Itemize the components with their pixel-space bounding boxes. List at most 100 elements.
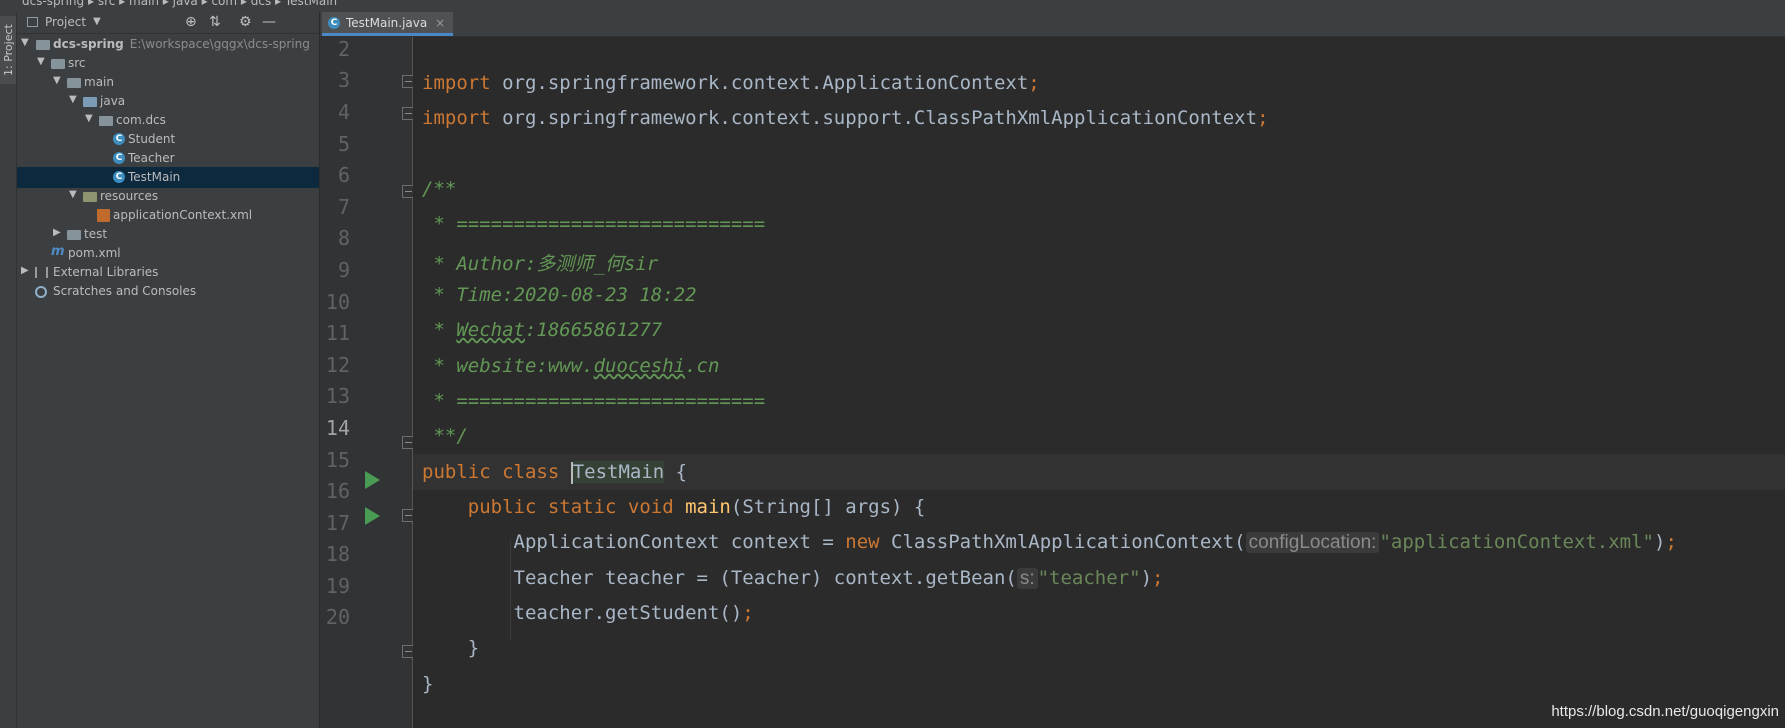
tree-item-scratches[interactable]: Scratches and Consoles <box>17 281 319 302</box>
folder-icon <box>51 59 65 69</box>
breadcrumb-item[interactable]: src <box>98 0 116 8</box>
tree-item-external-libraries[interactable]: ▶ External Libraries <box>17 262 319 283</box>
class-icon: C <box>113 152 125 164</box>
source-folder-icon <box>83 97 97 107</box>
class-icon: C <box>113 133 125 145</box>
resources-folder-icon <box>83 192 97 202</box>
tree-item-label: test <box>84 227 108 241</box>
tree-item-testmain[interactable]: C TestMain <box>17 167 319 188</box>
minimize-icon[interactable]: — <box>262 14 276 30</box>
scratches-icon <box>35 286 47 298</box>
parameter-hint: configLocation: <box>1245 532 1380 553</box>
tree-item-main[interactable]: ▼ main <box>17 72 319 93</box>
tab-testmain-java[interactable]: C TestMain.java × <box>322 12 454 36</box>
class-icon: C <box>328 17 340 29</box>
tree-item-pom-xml[interactable]: m pom.xml <box>17 243 319 264</box>
code-line-7: * =========================== <box>422 213 766 235</box>
tree-item-test[interactable]: ▶ test <box>17 224 319 245</box>
chevron-down-icon[interactable]: ▼ <box>93 16 101 27</box>
line-number: 8 <box>337 226 350 250</box>
code-line-18: teacher.getStudent(); <box>422 602 754 624</box>
project-tool-tab[interactable]: 1: Project <box>0 16 16 84</box>
tree-item-label: Teacher <box>128 151 175 165</box>
project-view-icon <box>27 17 38 27</box>
line-number: 20 <box>325 605 350 629</box>
breadcrumb-item[interactable]: com <box>211 0 237 8</box>
package-icon <box>99 116 113 126</box>
expand-arrow-icon[interactable]: ▼ <box>69 94 77 105</box>
code-line-8: * Author:多测师_何sir <box>422 253 659 275</box>
code-editor[interactable] <box>413 37 1785 728</box>
tree-item-label: resources <box>100 189 159 203</box>
gear-icon[interactable]: ⚙ <box>239 14 252 30</box>
folder-icon <box>67 230 81 240</box>
module-folder-icon <box>36 40 50 50</box>
code-line-11: * website:www.duoceshi.cn <box>422 355 720 377</box>
tree-item-java[interactable]: ▼ java <box>17 91 319 112</box>
tree-item-label: Scratches and Consoles <box>53 284 197 298</box>
tool-window-strip: 1: Project <box>0 12 17 728</box>
line-number: 18 <box>325 542 350 566</box>
tree-item-label: applicationContext.xml <box>113 208 253 222</box>
xml-file-icon <box>97 209 110 222</box>
project-view-selector[interactable]: Project <box>45 15 86 29</box>
code-line-14: public class TestMain { <box>422 461 688 484</box>
tree-item-label: Student <box>128 132 176 146</box>
line-number-current: 14 <box>325 416 350 440</box>
code-line-3: import org.springframework.context.Appli… <box>422 72 1040 94</box>
tree-item-dcs-spring[interactable]: ▼ dcs-spring E:\workspace\gqgx\dcs-spring <box>17 34 319 55</box>
tree-item-student[interactable]: C Student <box>17 129 319 150</box>
watermark: https://blog.csdn.net/guoqigengxin <box>1551 703 1779 720</box>
line-number: 7 <box>337 195 350 219</box>
expand-arrow-icon[interactable]: ▼ <box>53 75 61 86</box>
line-number: 13 <box>325 384 350 408</box>
ide-window: dcs-spring ▸ src ▸ main ▸ java ▸ com ▸ d… <box>0 0 1785 728</box>
tree-item-applicationcontext-xml[interactable]: applicationContext.xml <box>17 205 319 226</box>
run-icon[interactable] <box>365 471 380 489</box>
close-icon[interactable]: × <box>435 12 445 34</box>
tree-item-path: E:\workspace\gqgx\dcs-spring <box>129 37 310 51</box>
tree-item-com-dcs[interactable]: ▼ com.dcs <box>17 110 319 131</box>
breadcrumb-item[interactable]: java <box>173 0 198 8</box>
tree-item-label: main <box>84 75 114 89</box>
code-line-20: } <box>422 673 434 695</box>
breadcrumb-item[interactable]: main <box>129 0 159 8</box>
editor-tab-bar: C TestMain.java × <box>320 12 1785 37</box>
line-number: 11 <box>325 321 350 345</box>
breadcrumb-item[interactable]: TestMain <box>285 0 337 8</box>
locate-icon[interactable]: ⊕ <box>185 14 197 30</box>
tree-item-label: dcs-spring <box>53 37 124 51</box>
line-number: 9 <box>337 258 350 282</box>
expand-arrow-icon[interactable]: ▶ <box>53 227 61 238</box>
tree-item-resources[interactable]: ▼ resources <box>17 186 319 207</box>
project-tool-tab-label: 1: Project <box>2 24 15 76</box>
parameter-hint: s: <box>1016 568 1038 589</box>
code-line-17: Teacher teacher = (Teacher) context.getB… <box>422 567 1164 589</box>
expand-arrow-icon[interactable]: ▼ <box>85 113 93 124</box>
line-number: 10 <box>325 290 350 314</box>
run-icon[interactable] <box>365 507 380 525</box>
expand-arrow-icon[interactable]: ▼ <box>21 37 29 48</box>
tree-item-label: com.dcs <box>116 113 166 127</box>
collapse-all-icon[interactable]: ⇅ <box>209 14 221 30</box>
code-line-15: public static void main(String[] args) { <box>422 496 926 518</box>
tree-item-label: TestMain <box>128 170 181 184</box>
tree-item-label: pom.xml <box>68 246 121 260</box>
tree-item-label: src <box>68 56 86 70</box>
line-number: 15 <box>325 448 350 472</box>
code-line-4: import org.springframework.context.suppo… <box>422 107 1269 129</box>
line-number: 17 <box>325 511 350 535</box>
expand-arrow-icon[interactable]: ▶ <box>21 265 29 276</box>
breadcrumb-item[interactable]: dcs <box>251 0 271 8</box>
line-number: 4 <box>337 100 350 124</box>
maven-icon: m <box>51 244 65 259</box>
code-line-6: /** <box>422 178 457 200</box>
indent-guide <box>510 540 511 640</box>
expand-arrow-icon[interactable]: ▼ <box>69 189 77 200</box>
code-line-12: * =========================== <box>422 390 766 412</box>
code-line-10: * Wechat:18665861277 <box>422 319 663 341</box>
tree-item-src[interactable]: ▼ src <box>17 53 319 74</box>
expand-arrow-icon[interactable]: ▼ <box>37 56 45 67</box>
breadcrumb-item[interactable]: dcs-spring <box>22 0 84 8</box>
tree-item-teacher[interactable]: C Teacher <box>17 148 319 169</box>
